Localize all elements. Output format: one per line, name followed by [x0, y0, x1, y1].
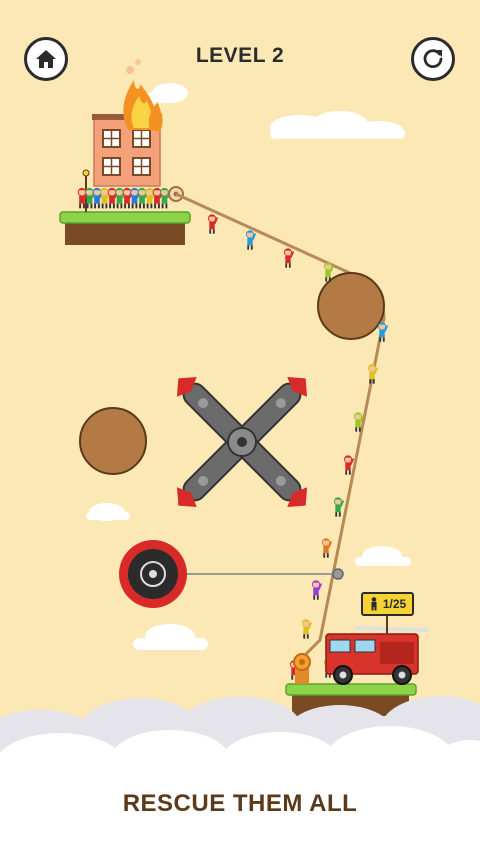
foreground-clouds — [0, 696, 480, 853]
rescue-rope[interactable] — [175, 192, 386, 662]
restart-button[interactable] — [411, 37, 455, 81]
tagline: RESCUE THEM ALL — [122, 790, 358, 817]
saw-rail-end[interactable] — [332, 568, 344, 580]
circular-saw-hazard[interactable] — [119, 540, 187, 608]
sky-cloud — [270, 111, 405, 139]
waiting-crowd — [77, 187, 171, 209]
stick-person — [207, 214, 219, 234]
sky-cloud — [133, 624, 208, 650]
wooden-ball[interactable] — [317, 272, 385, 340]
rescued-count: 1/25 — [382, 597, 407, 611]
stick-person — [311, 580, 323, 600]
stick-person — [377, 322, 389, 342]
stick-person — [301, 619, 313, 639]
start-platform — [59, 211, 191, 245]
game-scene[interactable] — [0, 0, 480, 853]
rescued-counter-badge: 1/25 — [361, 592, 414, 616]
goal-reel — [293, 653, 311, 684]
wooden-ball[interactable] — [79, 407, 147, 475]
stick-person — [245, 230, 257, 250]
restart-icon — [423, 49, 443, 69]
sky-cloud — [355, 546, 411, 566]
stick-person — [321, 538, 333, 558]
sky-cloud — [86, 503, 130, 521]
stick-person — [283, 248, 295, 268]
fire-truck — [325, 626, 429, 685]
stick-person — [333, 497, 345, 517]
level-title: LEVEL 2 — [195, 44, 285, 67]
person-icon — [371, 597, 377, 611]
spinning-blade-hazard[interactable] — [115, 315, 370, 570]
